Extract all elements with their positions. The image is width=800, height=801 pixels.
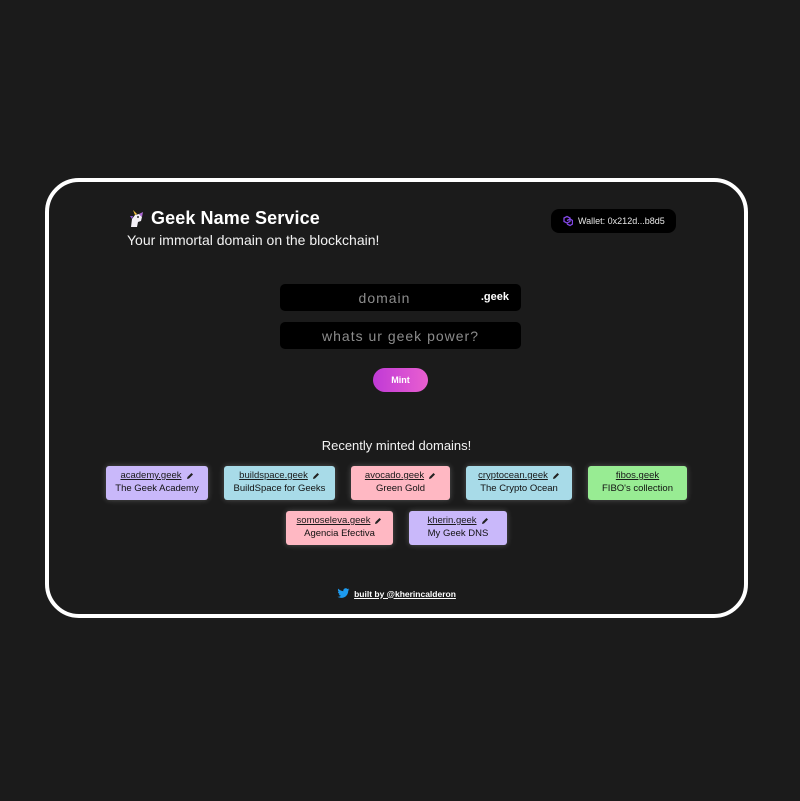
- domain-chip-fibos[interactable]: fibos.geek FIBO's collection: [588, 466, 687, 500]
- main-card: Geek Name Service Your immortal domain o…: [45, 178, 748, 618]
- domain-chip-academy[interactable]: academy.geek The Geek Academy: [106, 466, 208, 500]
- domain-link[interactable]: cryptocean.geek: [478, 470, 548, 481]
- domain-row: academy.geek The Geek Academy buildspace…: [49, 466, 744, 500]
- tld-suffix: .geek: [480, 291, 509, 303]
- brand: Geek Name Service Your immortal domain o…: [127, 208, 379, 248]
- domain-row: somoseleva.geek Agencia Efectiva kherin.…: [49, 511, 744, 545]
- recent-domains-title: Recently minted domains!: [321, 438, 472, 453]
- chip-top: academy.geek: [114, 470, 200, 481]
- tagline: Your immortal domain on the blockchain!: [127, 232, 380, 248]
- chip-top: cryptocean.geek: [474, 470, 564, 481]
- domain-field: .geek: [280, 284, 521, 311]
- domain-record: Agencia Efectiva: [304, 528, 375, 539]
- domain-record: Green Gold: [375, 483, 426, 494]
- domain-chip-somoseleva[interactable]: somoseleva.geek Agencia Efectiva: [286, 511, 393, 545]
- domain-record: The Crypto Ocean: [480, 483, 558, 494]
- domain-chip-buildspace[interactable]: buildspace.geek BuildSpace for Geeks: [224, 466, 335, 500]
- geek-power-input[interactable]: [280, 322, 521, 349]
- pencil-icon[interactable]: [312, 472, 320, 480]
- domain-link[interactable]: avocado.geek: [365, 470, 424, 481]
- domain-link[interactable]: somoseleva.geek: [297, 515, 371, 526]
- domain-record: BuildSpace for Geeks: [233, 483, 326, 494]
- domain-chip-kherin[interactable]: kherin.geek My Geek DNS: [409, 511, 507, 545]
- domain-record: My Geek DNS: [427, 528, 489, 539]
- chip-top: somoseleva.geek: [294, 515, 385, 526]
- pencil-icon[interactable]: [428, 472, 436, 480]
- chip-top: kherin.geek: [417, 515, 499, 526]
- twitter-icon: [337, 588, 350, 599]
- wallet-badge[interactable]: Wallet: 0x212d...b8d5: [551, 209, 676, 233]
- page-title: Geek Name Service: [151, 208, 320, 228]
- domain-chip-avocado[interactable]: avocado.geek Green Gold: [351, 466, 450, 500]
- domain-link[interactable]: buildspace.geek: [239, 470, 308, 481]
- recent-domains-grid: academy.geek The Geek Academy buildspace…: [49, 466, 744, 556]
- domain-link[interactable]: academy.geek: [120, 470, 181, 481]
- unicorn-icon: [127, 209, 147, 229]
- mint-form: .geek Mint: [280, 284, 521, 392]
- chip-top: fibos.geek: [596, 470, 679, 481]
- domain-record: The Geek Academy: [115, 483, 199, 494]
- polygon-icon: [561, 215, 574, 227]
- wallet-address: Wallet: 0x212d...b8d5: [578, 216, 665, 226]
- domain-chip-cryptocean[interactable]: cryptocean.geek The Crypto Ocean: [466, 466, 572, 500]
- domain-link[interactable]: kherin.geek: [427, 515, 476, 526]
- chip-top: buildspace.geek: [232, 470, 327, 481]
- pencil-icon[interactable]: [374, 517, 382, 525]
- page: Geek Name Service Your immortal domain o…: [0, 0, 800, 801]
- domain-record: FIBO's collection: [602, 483, 673, 494]
- pencil-icon[interactable]: [552, 472, 560, 480]
- pencil-icon[interactable]: [481, 517, 489, 525]
- mint-button[interactable]: Mint: [373, 368, 428, 392]
- chip-top: avocado.geek: [359, 470, 442, 481]
- title-row: Geek Name Service: [127, 208, 379, 229]
- power-field: [280, 322, 521, 349]
- pencil-icon[interactable]: [186, 472, 194, 480]
- author-link[interactable]: built by @kherincalderon: [354, 589, 456, 599]
- domain-link[interactable]: fibos.geek: [616, 470, 659, 481]
- footer: built by @kherincalderon: [49, 588, 744, 599]
